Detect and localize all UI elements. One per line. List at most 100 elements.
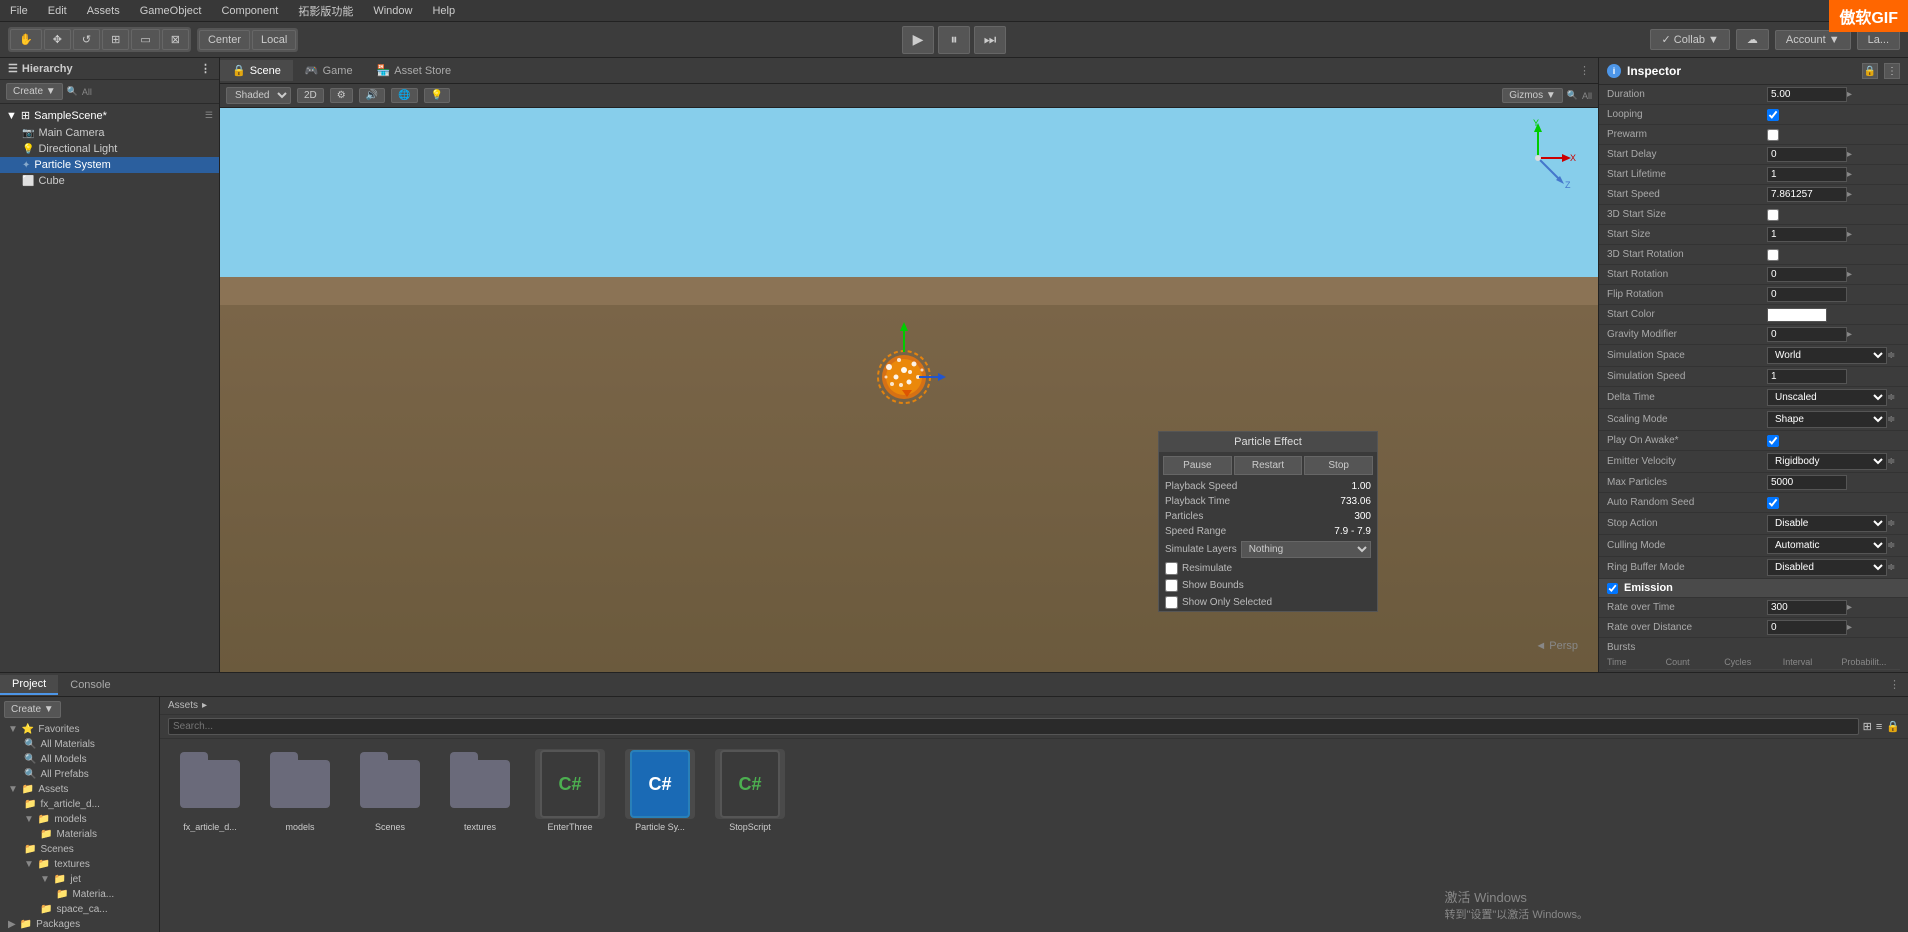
project-create-btn[interactable]: Create ▼: [4, 701, 61, 718]
asset-fx-article[interactable]: fx_article_d...: [170, 749, 250, 832]
account-btn[interactable]: Account ▼: [1775, 30, 1851, 50]
resimulate-checkbox[interactable]: [1165, 562, 1178, 575]
scaling-mode-arrow[interactable]: ≑: [1887, 414, 1895, 425]
scene-menu[interactable]: ☰: [205, 110, 213, 121]
proj-list-btn[interactable]: ≡: [1876, 721, 1882, 733]
emission-section-header[interactable]: Emission: [1599, 579, 1908, 598]
start-delay-input[interactable]: [1767, 147, 1847, 162]
start-lifetime-arrow[interactable]: ▸: [1847, 169, 1852, 180]
emitter-velocity-arrow[interactable]: ≑: [1887, 456, 1895, 467]
simulation-speed-input[interactable]: [1767, 369, 1847, 384]
simulate-layers-select[interactable]: Nothing: [1241, 541, 1371, 558]
move-tool-btn[interactable]: ✥: [44, 29, 71, 50]
hierarchy-item-particle-system[interactable]: ✦ Particle System: [0, 157, 219, 173]
hierarchy-item-directional-light[interactable]: 💡 Directional Light: [0, 141, 219, 157]
proj-icons-btn[interactable]: ⊞: [1863, 720, 1872, 733]
stop-action-select[interactable]: DisableDestroyPause: [1767, 515, 1887, 532]
asset-models[interactable]: models: [260, 749, 340, 832]
proj-item-scenes[interactable]: 📁 Scenes: [4, 842, 155, 857]
gizmos-btn[interactable]: Gizmos ▼: [1502, 88, 1563, 103]
rate-over-distance-arrow[interactable]: ▸: [1847, 622, 1852, 633]
proj-search-input[interactable]: [168, 718, 1859, 735]
tab-game[interactable]: 🎮 Game: [293, 60, 365, 81]
layers-btn[interactable]: La...: [1857, 30, 1900, 50]
rate-over-distance-input[interactable]: [1767, 620, 1847, 635]
local-btn[interactable]: Local: [252, 30, 296, 50]
pause-btn[interactable]: ⏸: [938, 26, 970, 54]
flip-rotation-input[interactable]: [1767, 287, 1847, 302]
start-rotation-arrow[interactable]: ▸: [1847, 269, 1852, 280]
bottom-panel-menu[interactable]: ⋮: [1881, 678, 1908, 691]
proj-item-models[interactable]: ▼ 📁 models: [4, 812, 155, 827]
skybox-btn[interactable]: 🌐: [391, 88, 417, 103]
2d-btn[interactable]: 2D: [297, 88, 324, 103]
show-bounds-checkbox[interactable]: [1165, 579, 1178, 592]
start-size-arrow[interactable]: ▸: [1847, 229, 1852, 240]
proj-item-all-models[interactable]: 🔍 All Models: [4, 752, 155, 767]
simulation-space-select[interactable]: WorldLocal: [1767, 347, 1887, 364]
gravity-modifier-arrow[interactable]: ▸: [1847, 329, 1852, 340]
sim-space-arrow[interactable]: ≑: [1887, 350, 1895, 361]
proj-item-packages[interactable]: ▶ 📁 Packages: [4, 917, 155, 932]
audio-btn[interactable]: 🔊: [359, 88, 385, 103]
proj-item-jet[interactable]: ▼ 📁 jet: [4, 872, 155, 887]
restart-popup-btn[interactable]: Restart: [1234, 456, 1303, 475]
inspector-menu-btn[interactable]: ⋮: [1884, 63, 1900, 79]
tab-project[interactable]: Project: [0, 675, 58, 695]
proj-item-assets[interactable]: ▼ 📁 Assets: [4, 782, 155, 797]
proj-item-materials[interactable]: 📁 Materials: [4, 827, 155, 842]
prewarm-checkbox[interactable]: [1767, 129, 1779, 141]
start-lifetime-input[interactable]: [1767, 167, 1847, 182]
start-speed-input[interactable]: [1767, 187, 1847, 202]
asset-scenes[interactable]: Scenes: [350, 749, 430, 832]
delta-time-arrow[interactable]: ≑: [1887, 392, 1895, 403]
asset-enter-three[interactable]: C# EnterThree: [530, 749, 610, 832]
asset-textures[interactable]: textures: [440, 749, 520, 832]
ring-buffer-mode-arrow[interactable]: ≑: [1887, 562, 1895, 573]
inspector-lock-btn[interactable]: 🔒: [1862, 63, 1878, 79]
3d-start-size-checkbox[interactable]: [1767, 209, 1779, 221]
shading-select[interactable]: Shaded: [226, 87, 291, 104]
hierarchy-menu-btn[interactable]: ⋮: [200, 62, 211, 75]
proj-item-materia[interactable]: 📁 Materia...: [4, 887, 155, 902]
tab-scene[interactable]: 🔒 Scene: [220, 60, 293, 81]
proj-item-all-prefabs[interactable]: 🔍 All Prefabs: [4, 767, 155, 782]
tab-asset-store[interactable]: 🏪 Asset Store: [365, 60, 464, 81]
auto-random-seed-checkbox[interactable]: [1767, 497, 1779, 509]
proj-lock-btn[interactable]: 🔒: [1886, 720, 1900, 733]
ring-buffer-mode-select[interactable]: Disabled: [1767, 559, 1887, 576]
rate-over-time-input[interactable]: [1767, 600, 1847, 615]
stop-popup-btn[interactable]: Stop: [1304, 456, 1373, 475]
proj-item-all-materials[interactable]: 🔍 All Materials: [4, 737, 155, 752]
emission-checkbox[interactable]: [1607, 583, 1618, 594]
start-speed-arrow[interactable]: ▸: [1847, 189, 1852, 200]
start-size-input[interactable]: [1767, 227, 1847, 242]
duration-input[interactable]: [1767, 87, 1847, 102]
menu-component[interactable]: Component: [217, 3, 282, 19]
menu-window[interactable]: Window: [369, 3, 416, 19]
hierarchy-create-btn[interactable]: Create ▼: [6, 83, 63, 100]
rotate-tool-btn[interactable]: ↺: [73, 29, 100, 50]
gravity-modifier-input[interactable]: [1767, 327, 1847, 342]
transform-tool-btn[interactable]: ⊠: [162, 29, 189, 50]
hierarchy-item-cube[interactable]: ⬜ Cube: [0, 173, 219, 189]
play-btn[interactable]: ▶: [902, 26, 934, 54]
hand-tool-btn[interactable]: ✋: [10, 29, 42, 50]
delta-time-select[interactable]: UnscaledScaled: [1767, 389, 1887, 406]
menu-gameobject[interactable]: GameObject: [136, 3, 206, 19]
viewport-menu[interactable]: ⋮: [1571, 64, 1598, 77]
hierarchy-item-main-camera[interactable]: 📷 Main Camera: [0, 125, 219, 141]
3d-start-rotation-checkbox[interactable]: [1767, 249, 1779, 261]
emitter-velocity-select[interactable]: RigidbodyTransform: [1767, 453, 1887, 470]
asset-particle-sy[interactable]: C# Particle Sy...: [620, 749, 700, 832]
scaling-mode-select[interactable]: ShapeLocalHierarchy: [1767, 411, 1887, 428]
fx-btn[interactable]: ⚙: [330, 88, 353, 103]
looping-checkbox[interactable]: [1767, 109, 1779, 121]
center-btn[interactable]: Center: [199, 30, 250, 50]
start-rotation-input[interactable]: [1767, 267, 1847, 282]
asset-stop-script[interactable]: C# StopScript: [710, 749, 790, 832]
max-particles-input[interactable]: [1767, 475, 1847, 490]
step-btn[interactable]: ⏭: [974, 26, 1006, 54]
pause-popup-btn[interactable]: Pause: [1163, 456, 1232, 475]
proj-item-fx-article[interactable]: 📁 fx_article_d...: [4, 797, 155, 812]
